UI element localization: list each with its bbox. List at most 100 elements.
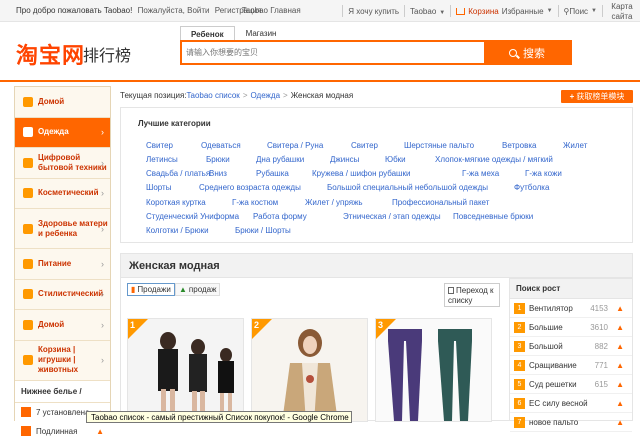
get-ranking-module-button[interactable]: + 获取榜单模块 bbox=[561, 90, 633, 103]
category-link[interactable]: Кружева / шифон рубашки bbox=[312, 169, 410, 178]
sitemap-link[interactable]: Карта сайта bbox=[608, 2, 636, 22]
go-to-list-button[interactable]: Переход к списку bbox=[444, 283, 500, 307]
chevron-right-icon: › bbox=[101, 258, 104, 269]
category-link[interactable]: Дна рубашки bbox=[256, 155, 304, 164]
arrow-up-icon: ▲ bbox=[616, 360, 624, 370]
list-item-label: Подлинная bbox=[36, 426, 78, 436]
category-link[interactable]: Повседневные брюки bbox=[453, 212, 533, 221]
category-link[interactable]: Колготки / Брюки bbox=[146, 226, 209, 235]
category-link[interactable]: Профессиональный пакет bbox=[392, 198, 489, 207]
category-link[interactable]: Шорты bbox=[146, 183, 171, 192]
category-link[interactable]: Рубашка bbox=[256, 169, 289, 178]
cart-icon[interactable] bbox=[456, 7, 466, 15]
category-link[interactable]: Этническая / этап одежды bbox=[343, 212, 441, 221]
category-link[interactable]: Жилет / упряжь bbox=[305, 198, 363, 207]
cart-link[interactable]: Корзина bbox=[468, 7, 498, 16]
chevron-down-icon[interactable]: ▼ bbox=[547, 8, 553, 14]
sidebar-item-food[interactable]: Питание › bbox=[15, 249, 110, 280]
category-link[interactable]: Вниз bbox=[209, 169, 227, 178]
breadcrumb: Текущая позиция:Taobao список > Одежда > Жен… bbox=[120, 91, 353, 100]
category-link[interactable]: Одеваться bbox=[201, 141, 241, 150]
sidebar-list-title: Нижнее белье / bbox=[15, 380, 110, 403]
category-link[interactable]: Футболка bbox=[514, 183, 549, 192]
rank-item-value: 882 bbox=[594, 341, 608, 351]
search-input[interactable] bbox=[182, 42, 482, 63]
category-link[interactable]: Свитер bbox=[146, 141, 173, 150]
category-link[interactable]: Жилет bbox=[563, 141, 587, 150]
category-link[interactable]: Среднего возраста одежды bbox=[199, 183, 301, 192]
welcome-label: Про добро пожаловать Taobao! bbox=[16, 6, 133, 15]
sort-by-sell-button[interactable]: ▲ продаж bbox=[175, 283, 221, 296]
rank-item-name: Вентилятор bbox=[529, 303, 573, 313]
category-link[interactable]: Свитер bbox=[351, 141, 378, 150]
rank-number: 2 bbox=[254, 320, 260, 330]
breadcrumb-link-clothing[interactable]: Одежда bbox=[250, 91, 280, 100]
category-link[interactable]: Г-жа костюм bbox=[232, 198, 278, 207]
sidebar-item-electronics[interactable]: Цифровой бытовой техники › bbox=[15, 148, 110, 179]
rank-item-value: 4153 bbox=[590, 303, 608, 313]
home-link[interactable]: Taobao Главная bbox=[242, 6, 301, 15]
search-menu[interactable]: Поис bbox=[569, 7, 588, 16]
rank-item[interactable]: 2 Большие 3610 ▲ bbox=[510, 318, 632, 337]
sidebar-item-home[interactable]: Домой bbox=[15, 87, 110, 118]
category-link[interactable]: Работа форму bbox=[253, 212, 307, 221]
category-link[interactable]: Шерстяные пальто bbox=[404, 141, 474, 150]
category-link[interactable]: Хлопок-мягкие одежды / мягкий bbox=[435, 155, 553, 164]
category-link[interactable]: Короткая куртка bbox=[146, 198, 206, 207]
product-card[interactable]: 2 bbox=[251, 318, 368, 422]
category-link[interactable]: Юбки bbox=[385, 155, 406, 164]
rank-item-name: Большой bbox=[529, 341, 563, 351]
category-link[interactable]: Свадьба / платья bbox=[146, 169, 210, 178]
rank-item[interactable]: 6 ЕС силу весной ▲ bbox=[510, 394, 632, 413]
chevron-down-icon: ▼ bbox=[439, 9, 446, 16]
rank-item[interactable]: 1 Вентилятор 4153 ▲ bbox=[510, 299, 632, 318]
sidebar-item-home-goods[interactable]: Домой › bbox=[15, 310, 110, 341]
sort-sell-label: продаж bbox=[188, 285, 217, 294]
rank-badge: 3 bbox=[376, 319, 396, 339]
rank-item[interactable]: 3 Большой 882 ▲ bbox=[510, 337, 632, 356]
sort-by-sales-button[interactable]: ▮ Продажи bbox=[127, 283, 175, 296]
chevron-right-icon: › bbox=[101, 157, 104, 168]
category-link[interactable]: Ветровка bbox=[502, 141, 536, 150]
login-link[interactable]: Пожалуйста, Войти bbox=[138, 6, 210, 15]
header-divider bbox=[0, 80, 640, 82]
taobao-logo[interactable]: 淘宝网 bbox=[16, 38, 85, 70]
list-item[interactable]: Подлинная ▲ bbox=[15, 422, 110, 441]
search-button[interactable]: 搜索 bbox=[484, 42, 570, 63]
sidebar-item-mother-baby[interactable]: Здоровье матери и ребенка › bbox=[15, 209, 110, 249]
tab-baby[interactable]: Ребенок bbox=[180, 26, 235, 41]
sidebar-item-clothing[interactable]: Одежда › bbox=[15, 117, 110, 148]
category-link[interactable]: Г-жа кожи bbox=[525, 169, 562, 178]
get-ranking-module-label: 获取榜单模块 bbox=[576, 92, 625, 101]
favorites-link[interactable]: Избранные bbox=[502, 7, 544, 16]
category-link[interactable]: Летинсы bbox=[146, 155, 178, 164]
rank-item[interactable]: 7 новое пальто ▲ bbox=[510, 413, 632, 432]
category-link[interactable]: Джинсы bbox=[330, 155, 359, 164]
sidebar-item-style[interactable]: Стилистический › bbox=[15, 280, 110, 310]
category-link[interactable]: Студенческий Униформа bbox=[146, 212, 239, 221]
category-link[interactable]: Брюки bbox=[206, 155, 230, 164]
category-link[interactable]: Большой специальный небольшой одежды bbox=[327, 183, 488, 192]
breadcrumb-link-taobao[interactable]: Taobao список bbox=[187, 91, 240, 100]
category-link[interactable]: Свитера / Руна bbox=[267, 141, 323, 150]
category-link[interactable]: Брюки / Шорты bbox=[235, 226, 291, 235]
rank-item[interactable]: 5 Суд решетки 615 ▲ bbox=[510, 375, 632, 394]
chevron-down-icon[interactable]: ▼ bbox=[591, 8, 597, 14]
rank-number-badge: 2 bbox=[514, 321, 525, 333]
go-to-list-label: Переход к списку bbox=[448, 286, 494, 305]
arrow-up-icon: ▲ bbox=[616, 417, 624, 427]
tab-shop[interactable]: Магазин bbox=[235, 25, 288, 41]
product-card[interactable]: 3 bbox=[375, 318, 492, 422]
rank-number-badge: 1 bbox=[514, 302, 525, 314]
buy-menu[interactable]: Я хочу купить bbox=[348, 7, 399, 16]
product-card[interactable]: 1 bbox=[127, 318, 244, 422]
sidebar-item-label: Цифровой бытовой техники bbox=[38, 152, 107, 172]
taobao-menu[interactable]: Taobao ▼ bbox=[410, 7, 445, 16]
search-button-label: 搜索 bbox=[523, 46, 545, 60]
rank-item[interactable]: 4 Сращивание 771 ▲ bbox=[510, 356, 632, 375]
sidebar-item-toys[interactable]: Корзина | игрушки | животных › bbox=[15, 341, 110, 381]
category-link[interactable]: Г-жа меха bbox=[462, 169, 499, 178]
rank-item-name: Суд решетки bbox=[529, 379, 577, 389]
sidebar-item-cosmetics[interactable]: Косметический › bbox=[15, 179, 110, 209]
welcome-text: Про добро пожаловать Taobao! Пожалуйста,… bbox=[16, 6, 301, 15]
